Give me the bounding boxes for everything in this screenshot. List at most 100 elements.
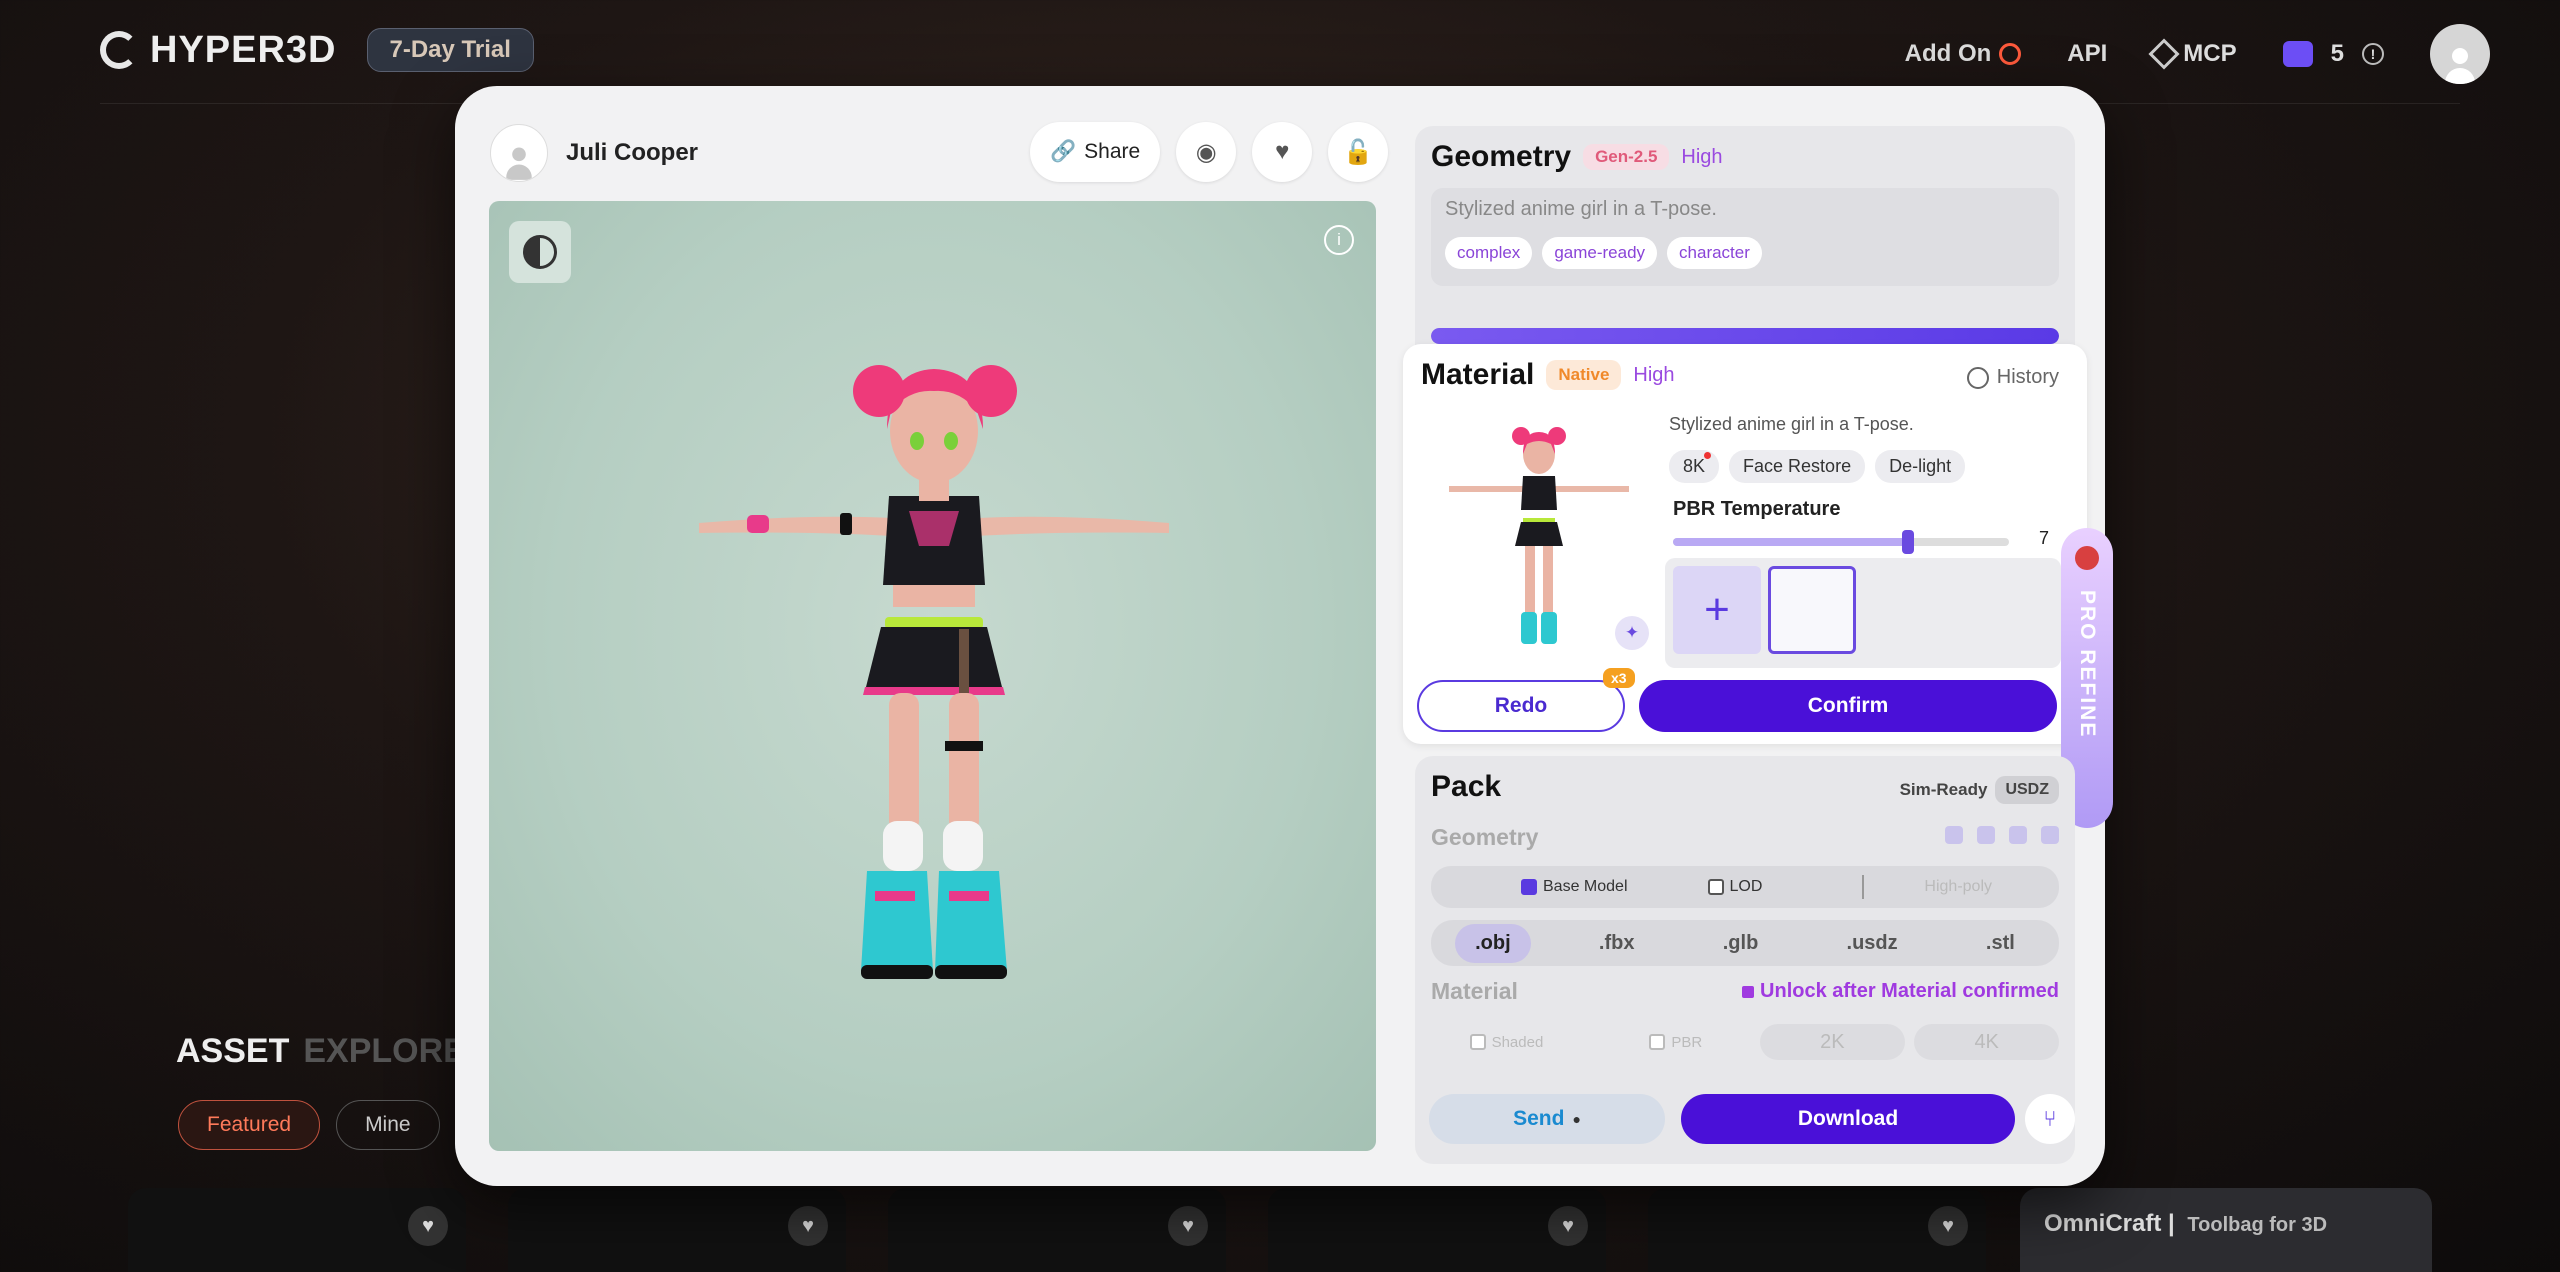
heart-icon: ♥ — [1275, 138, 1290, 165]
format-selector: .obj .fbx .glb .usdz .stl — [1431, 920, 2059, 966]
settings-icon[interactable] — [2041, 826, 2059, 844]
format-usdz[interactable]: .usdz — [1827, 924, 1918, 963]
unlock-notice: Unlock after Material confirmed — [1742, 980, 2059, 1003]
lod-checkbox[interactable]: LOD — [1707, 878, 1762, 896]
nav-mcp[interactable]: MCP — [2148, 38, 2237, 70]
user-avatar[interactable] — [2430, 24, 2490, 84]
credits-info-icon[interactable]: ! — [2362, 43, 2384, 65]
model-viewer[interactable]: i — [489, 201, 1376, 1151]
divider — [1862, 875, 1865, 899]
asset-card[interactable]: ♥ — [888, 1188, 1226, 1272]
option-face-restore[interactable]: Face Restore — [1729, 450, 1866, 483]
pack-options: Sim-Ready USDZ — [1900, 776, 2059, 804]
add-material-button[interactable]: + — [1673, 566, 1761, 654]
author-name: Juli Cooper — [566, 139, 699, 166]
option-delight[interactable]: De-light — [1875, 450, 1966, 483]
material-mode-dropdown[interactable]: Native — [1546, 360, 1622, 390]
material-variant-selected[interactable] — [1768, 566, 1856, 654]
geometry-tools — [1945, 826, 2059, 844]
like-button[interactable]: ♥ — [1252, 122, 1313, 182]
send-button[interactable]: Send ● — [1429, 1094, 1665, 1144]
explorer-filters: Featured Mine — [178, 1100, 440, 1150]
geometry-section: Geometry Gen-2.5 High Stylized anime gir… — [1415, 126, 2075, 366]
format-stl[interactable]: .stl — [1966, 924, 2035, 963]
option-resolution[interactable]: 8K — [1669, 450, 1720, 483]
pbr-temperature-value: 7 — [2039, 528, 2050, 548]
eye-off-icon: ◉ — [1195, 138, 1217, 166]
asset-card[interactable]: ♥ — [1648, 1188, 1986, 1272]
usdz-badge[interactable]: USDZ — [1995, 776, 2059, 804]
high-poly-label: High-poly — [1924, 878, 1992, 895]
omnicraft-card[interactable]: OmniCraft | Toolbag for 3D — [2020, 1188, 2432, 1272]
asset-card[interactable]: ♥ — [508, 1188, 846, 1272]
link-icon: 🔗 — [1050, 140, 1077, 163]
unlock-button[interactable]: 🔓 — [1328, 122, 1389, 182]
tag: complex — [1445, 237, 1533, 269]
brand-logo[interactable]: HYPER3D 7-Day Trial — [100, 28, 534, 72]
magic-wand-icon[interactable]: ✦ — [1615, 616, 1649, 650]
omnicraft-title: OmniCraft — [2044, 1210, 2162, 1237]
sparkle-icon[interactable] — [1945, 826, 1963, 844]
heart-icon[interactable]: ♥ — [788, 1206, 828, 1246]
blender-icon: ● — [1572, 1111, 1581, 1127]
blender-icon — [1999, 43, 2022, 65]
heart-icon[interactable]: ♥ — [1168, 1206, 1208, 1246]
filter-mine[interactable]: Mine — [336, 1100, 440, 1150]
share-label: Share — [1084, 140, 1141, 163]
download-button[interactable]: Download — [1681, 1094, 2015, 1144]
pack-geometry-label: Geometry — [1431, 824, 1539, 850]
top-nav: Add On API MCP 5 ! — [1905, 24, 2490, 84]
share-button[interactable]: 🔗 Share — [1030, 122, 1161, 182]
format-glb[interactable]: .glb — [1703, 924, 1779, 963]
shaded-label: Shaded — [1491, 1033, 1544, 1051]
edit-icon[interactable] — [1977, 826, 1995, 844]
base-model-label: Base Model — [1543, 878, 1628, 895]
geometry-progress — [1431, 328, 2059, 344]
confirm-button[interactable]: Confirm — [1639, 680, 2057, 732]
pbr-temperature-slider[interactable] — [1673, 530, 2009, 554]
nav-addon[interactable]: Add On — [1905, 40, 2022, 68]
asset-card[interactable]: ♥ — [128, 1188, 466, 1272]
filter-featured[interactable]: Featured — [178, 1100, 321, 1150]
checkbox-disabled — [1469, 1034, 1486, 1050]
omnicraft-subtitle: Toolbag for 3D — [2187, 1214, 2328, 1236]
format-obj[interactable]: .obj — [1455, 923, 1531, 963]
author-info[interactable]: Juli Cooper — [490, 124, 698, 182]
sim-ready-label[interactable]: Sim-Ready — [1900, 780, 1988, 800]
fork-icon[interactable]: ⑂ — [2025, 1094, 2075, 1144]
unlock-text: Unlock after Material confirmed — [1760, 980, 2059, 1002]
base-model-checkbox[interactable]: Base Model — [1521, 878, 1628, 896]
geometry-progress-fill — [1431, 328, 2059, 344]
geometry-tags: complex game-ready character — [1445, 237, 2045, 269]
heart-icon[interactable]: ♥ — [1928, 1206, 1968, 1246]
slider-handle[interactable] — [1902, 530, 1915, 554]
new-dot-icon — [1704, 452, 1712, 459]
geometry-version-badge[interactable]: Gen-2.5 — [1583, 144, 1670, 170]
wallet-icon — [2282, 41, 2313, 67]
asset-card-row: ♥ ♥ ♥ ♥ ♥ — [128, 1188, 1986, 1272]
pbr-checkbox: PBR — [1649, 1034, 1702, 1051]
nav-addon-label: Add On — [1904, 40, 1992, 67]
user-icon — [2443, 46, 2477, 84]
credits-display[interactable]: 5 ! — [2282, 40, 2384, 68]
history-button[interactable]: History — [1966, 366, 2059, 389]
mcp-icon — [2148, 38, 2180, 70]
clock-icon — [1966, 366, 1989, 389]
nav-api[interactable]: API — [2067, 40, 2107, 68]
trial-badge[interactable]: 7-Day Trial — [366, 28, 534, 72]
geometry-quality[interactable]: High — [1681, 146, 1722, 169]
format-fbx[interactable]: .fbx — [1579, 924, 1655, 963]
heart-icon[interactable]: ♥ — [408, 1206, 448, 1246]
asset-card[interactable]: ♥ — [1268, 1188, 1606, 1272]
heart-icon[interactable]: ♥ — [1548, 1206, 1588, 1246]
material-quality-dropdown[interactable]: High — [1633, 364, 1674, 387]
material-prompt: Stylized anime girl in a T-pose. — [1669, 414, 1914, 434]
save-icon[interactable] — [2009, 826, 2027, 844]
redo-button[interactable]: Redo — [1417, 680, 1625, 732]
visibility-button[interactable]: ◉ — [1176, 122, 1237, 182]
asset-actions: 🔗 Share ◉ ♥ 🔓 — [1030, 122, 1389, 182]
high-poly-checkbox[interactable]: High-poly — [1924, 878, 1992, 896]
explorer-title: ASSET EXPLORE — [176, 1032, 466, 1071]
redo-multiplier-badge: x3 — [1603, 668, 1635, 688]
checkbox-disabled — [1649, 1034, 1666, 1050]
